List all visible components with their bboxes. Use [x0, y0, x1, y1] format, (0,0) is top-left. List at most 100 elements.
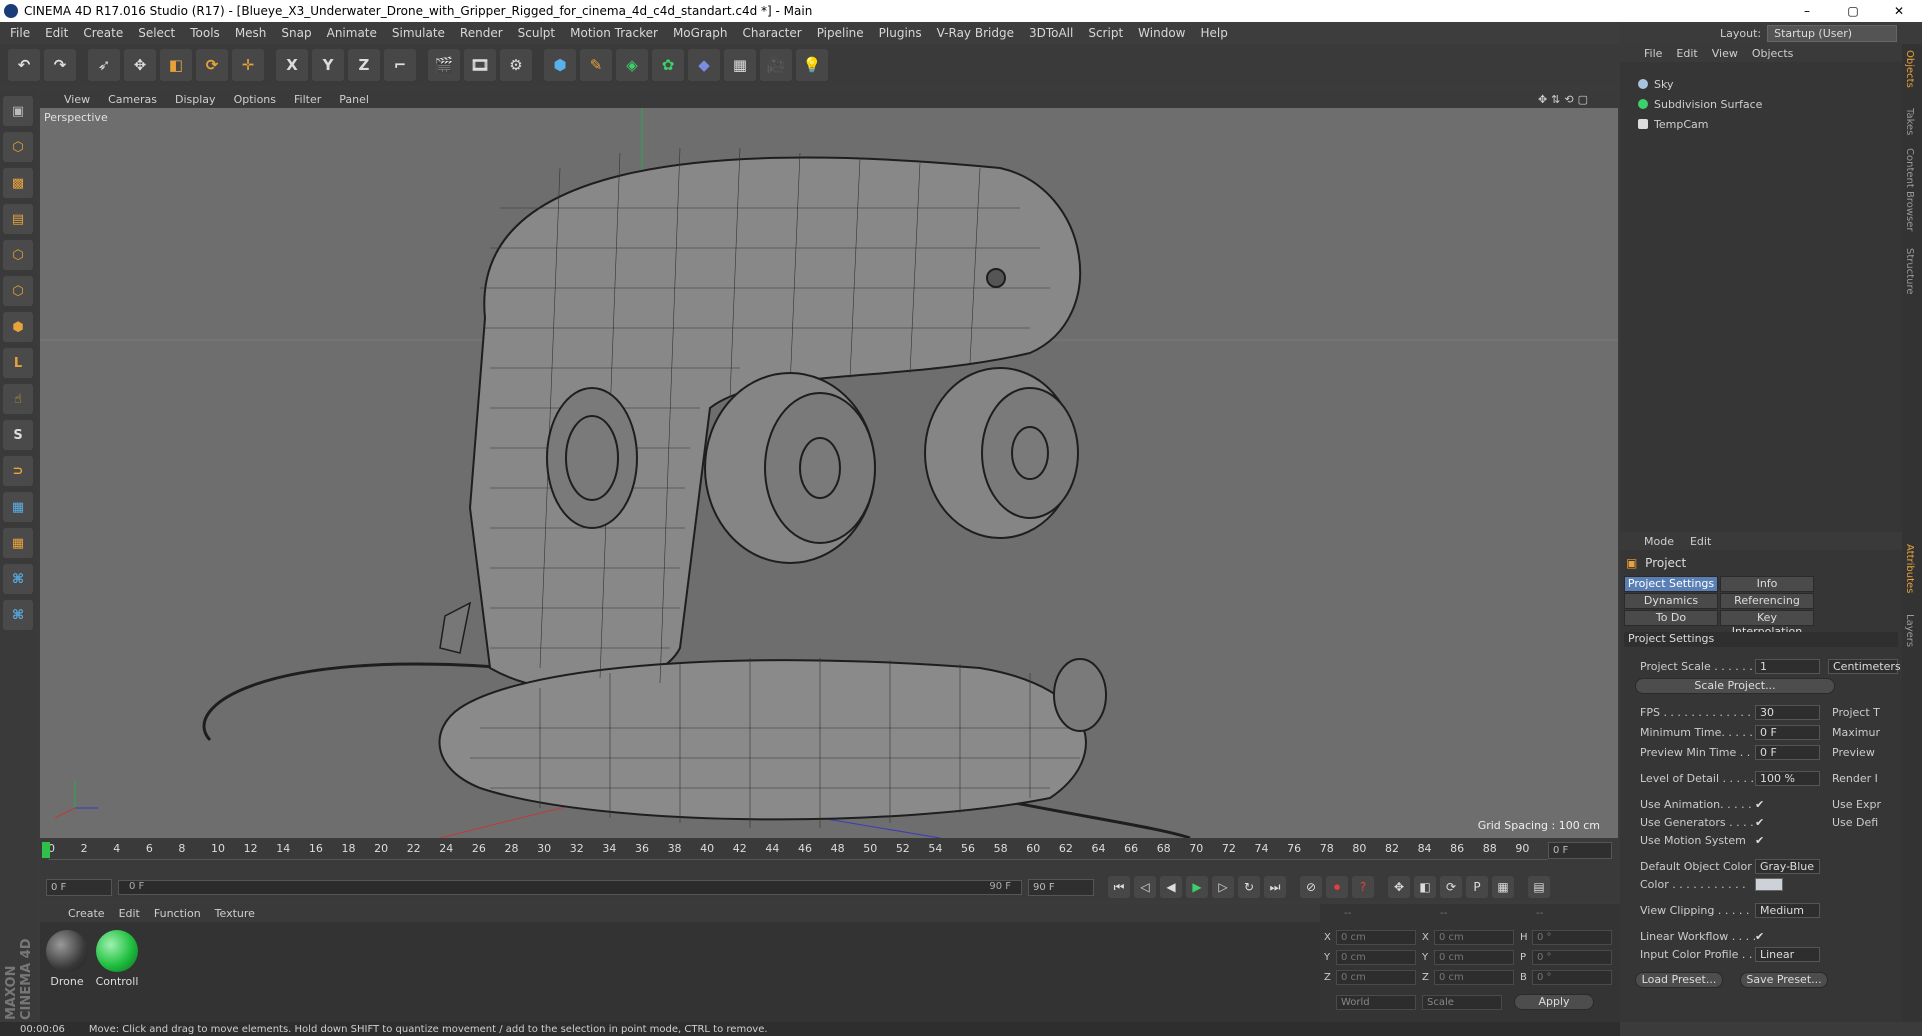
object-menu-view[interactable]: View: [1712, 47, 1738, 60]
live-select-button[interactable]: ✛: [232, 49, 264, 81]
object-menu-file[interactable]: File: [1644, 47, 1662, 60]
attribute-menu-edit[interactable]: Edit: [1690, 535, 1711, 548]
material-menu-texture[interactable]: Texture: [215, 907, 255, 920]
menu-help[interactable]: Help: [1200, 26, 1227, 40]
default-color-dropdown[interactable]: Gray-Blue: [1755, 858, 1820, 874]
side-tab-attributes[interactable]: Attributes: [1904, 544, 1915, 593]
floor-object-button[interactable]: ▦: [724, 49, 756, 81]
render-settings-button[interactable]: ⚙: [500, 49, 532, 81]
menu-3dtoall[interactable]: 3DToAll: [1029, 26, 1073, 40]
menu-snap[interactable]: Snap: [281, 26, 311, 40]
polygons-mode-button[interactable]: ⬢: [3, 312, 33, 342]
planar-workplane-button[interactable]: ▦: [3, 528, 33, 558]
menu-vray-bridge[interactable]: V-Ray Bridge: [937, 26, 1014, 40]
menu-render[interactable]: Render: [460, 26, 503, 40]
record-keys-button[interactable]: ⊘: [1300, 876, 1322, 898]
material-drone[interactable]: Drone: [44, 930, 90, 988]
side-tab-structure[interactable]: Structure: [1904, 248, 1915, 295]
menu-sculpt[interactable]: Sculpt: [518, 26, 555, 40]
menu-mograph[interactable]: MoGraph: [673, 26, 728, 40]
material-controll[interactable]: Controll: [94, 930, 140, 988]
coord-z-position[interactable]: 0 cm: [1336, 970, 1416, 985]
frame-ruler[interactable]: 0 2 4 6 8 10 12 14 16 18 20 22 24 26 28 30 32 34 36 38 40 42 4…: [42, 842, 1548, 860]
coord-space-dropdown[interactable]: World: [1336, 994, 1416, 1010]
key-position-button[interactable]: ✥: [1388, 876, 1410, 898]
menu-motion-tracker[interactable]: Motion Tracker: [570, 26, 658, 40]
fps-field[interactable]: 30: [1755, 704, 1820, 720]
use-animation-checkbox[interactable]: ✔: [1755, 798, 1767, 811]
y-axis-button[interactable]: Y: [312, 49, 344, 81]
workplane-mode-button[interactable]: ▤: [3, 204, 33, 234]
linear-workflow-checkbox[interactable]: ✔: [1755, 930, 1767, 943]
side-tab-content-browser[interactable]: Content Browser: [1904, 148, 1915, 231]
deformer-button[interactable]: ◆: [688, 49, 720, 81]
input-profile-dropdown[interactable]: Linear: [1755, 946, 1820, 962]
prev-frame-button[interactable]: ◀: [1160, 876, 1182, 898]
scale-tool-button[interactable]: ◧: [160, 49, 192, 81]
subdivision-surface-button[interactable]: ◈: [616, 49, 648, 81]
render-view-button[interactable]: 🎬: [428, 49, 460, 81]
playhead-marker[interactable]: [42, 842, 50, 858]
menu-mesh[interactable]: Mesh: [235, 26, 267, 40]
object-menu-objects[interactable]: Objects: [1752, 47, 1794, 60]
project-scale-unit[interactable]: Centimeters: [1828, 658, 1901, 674]
goto-start-button[interactable]: ⏮: [1108, 876, 1130, 898]
coord-x-size[interactable]: 0 cm: [1434, 930, 1514, 945]
select-tool-button[interactable]: ➶: [88, 49, 120, 81]
move-tool-button[interactable]: ✥: [124, 49, 156, 81]
tab-dynamics[interactable]: Dynamics: [1624, 593, 1718, 609]
scale-project-button[interactable]: Scale Project...: [1635, 678, 1835, 694]
minimize-button[interactable]: –: [1784, 0, 1830, 22]
tweak-mode-button[interactable]: ☝: [3, 384, 33, 414]
coord-apply-button[interactable]: Apply: [1514, 994, 1594, 1010]
viewport-nav-icons[interactable]: ✥⇅⟲▢: [1538, 93, 1592, 106]
viewport-menu-filter[interactable]: Filter: [294, 93, 321, 106]
key-scale-button[interactable]: ◧: [1414, 876, 1436, 898]
viewport-menu-display[interactable]: Display: [175, 93, 216, 106]
viewport-menu-view[interactable]: View: [64, 93, 90, 106]
undo-button[interactable]: ↶: [8, 49, 40, 81]
side-tab-takes[interactable]: Takes: [1904, 108, 1915, 135]
load-preset-button[interactable]: Load Preset...: [1635, 972, 1723, 988]
side-tab-layers[interactable]: Layers: [1904, 614, 1915, 647]
tab-project-settings[interactable]: Project Settings: [1624, 576, 1718, 592]
start-frame-field[interactable]: 0 F: [46, 878, 112, 896]
tab-key-interpolation[interactable]: Key Interpolation: [1720, 610, 1814, 638]
coord-h-rotation[interactable]: 0 °: [1532, 930, 1612, 945]
cube-object-button[interactable]: ⬢: [544, 49, 576, 81]
keyframe-selection-button[interactable]: ?: [1352, 876, 1374, 898]
coord-b-rotation[interactable]: 0 °: [1532, 970, 1612, 985]
coord-z-size[interactable]: 0 cm: [1434, 970, 1514, 985]
key-pla-button[interactable]: ▦: [1492, 876, 1514, 898]
material-menu-create[interactable]: Create: [68, 907, 105, 920]
menu-edit[interactable]: Edit: [45, 26, 68, 40]
array-object-button[interactable]: ✿: [652, 49, 684, 81]
coordinate-system-button[interactable]: ⌐: [384, 49, 416, 81]
axis-mode-button[interactable]: L: [3, 348, 33, 378]
view-clipping-dropdown[interactable]: Medium: [1755, 902, 1820, 918]
python-script-2-button[interactable]: ⌘: [3, 600, 33, 630]
x-axis-button[interactable]: X: [276, 49, 308, 81]
viewport-menu-options[interactable]: Options: [234, 93, 276, 106]
menu-tools[interactable]: Tools: [190, 26, 220, 40]
viewport-menu-cameras[interactable]: Cameras: [108, 93, 157, 106]
menu-script[interactable]: Script: [1088, 26, 1123, 40]
material-menu-edit[interactable]: Edit: [119, 907, 140, 920]
menu-select[interactable]: Select: [138, 26, 175, 40]
redo-button[interactable]: ↷: [44, 49, 76, 81]
play-button[interactable]: ▶: [1186, 876, 1208, 898]
pen-spline-button[interactable]: ✎: [580, 49, 612, 81]
menu-pipeline[interactable]: Pipeline: [817, 26, 864, 40]
tab-to-do[interactable]: To Do: [1624, 610, 1718, 626]
viewport-menu-panel[interactable]: Panel: [339, 93, 369, 106]
render-picture-viewer-button[interactable]: 🎞: [464, 49, 496, 81]
object-row-tempcam[interactable]: TempCam: [1628, 115, 1898, 133]
edges-mode-button[interactable]: ⬡: [3, 276, 33, 306]
coord-p-rotation[interactable]: 0 °: [1532, 950, 1612, 965]
color-swatch[interactable]: [1755, 877, 1783, 891]
min-time-field[interactable]: 0 F: [1755, 724, 1820, 740]
points-mode-button[interactable]: ⬡: [3, 240, 33, 270]
drone-wireframe-model[interactable]: [40, 108, 1618, 838]
save-preset-button[interactable]: Save Preset...: [1740, 972, 1828, 988]
coord-y-size[interactable]: 0 cm: [1434, 950, 1514, 965]
